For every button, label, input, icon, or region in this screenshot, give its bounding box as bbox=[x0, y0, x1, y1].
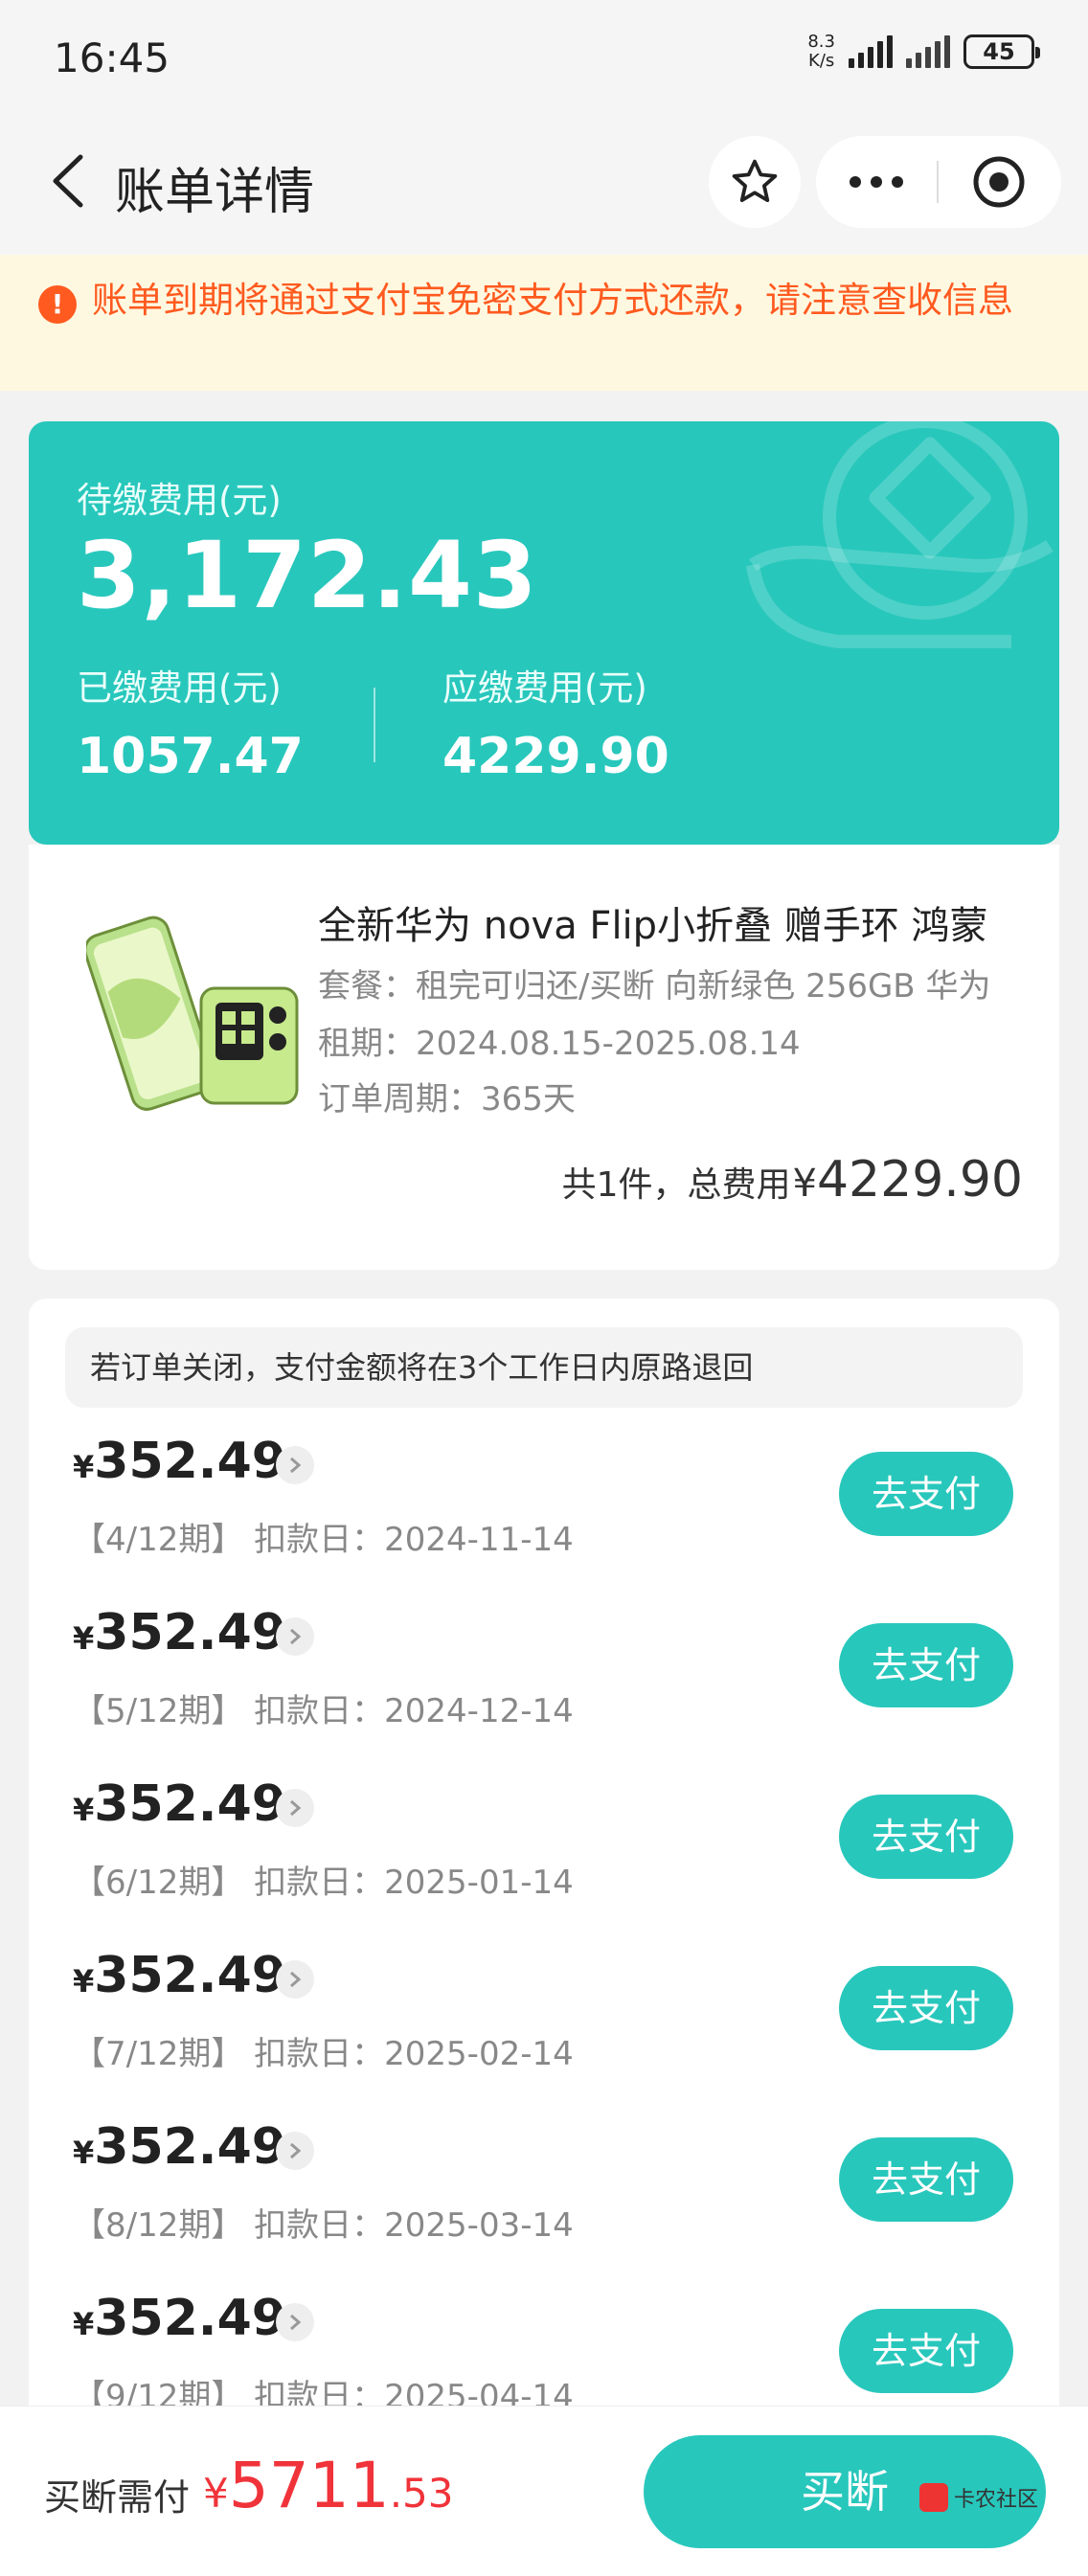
installment-amount[interactable]: ¥352.49 bbox=[73, 2290, 286, 2347]
status-icons: 8.3 K/s 45 bbox=[807, 32, 1040, 71]
buyout-price: ¥5711.53 bbox=[203, 2449, 454, 2522]
chevron-right-icon[interactable] bbox=[276, 1789, 314, 1827]
chevron-right-icon[interactable] bbox=[276, 2303, 314, 2341]
bill-summary-card: 待缴费用(元) 3,172.43 已缴费用(元) 1057.47 应缴费用(元)… bbox=[29, 421, 1059, 845]
installment-amount[interactable]: ¥352.49 bbox=[73, 2118, 286, 2176]
payment-notice: ! 账单到期将通过支付宝免密支付方式还款，请注意查收信息 bbox=[0, 255, 1088, 391]
chevron-right-icon[interactable] bbox=[276, 1960, 314, 1999]
pay-button[interactable]: 去支付 bbox=[839, 1623, 1013, 1707]
chevron-right-icon[interactable] bbox=[276, 1446, 314, 1484]
product-package: 套餐：租完可归还/买断 向新绿色 256GB 华为 bbox=[318, 967, 991, 1006]
product-card[interactable]: 全新华为 nova Flip小折叠 赠手环 鸿蒙 套餐：租完可归还/买断 向新绿… bbox=[29, 845, 1059, 1270]
star-icon bbox=[732, 159, 778, 203]
installment-meta: 【5/12期】 扣款日：2024-12-14 bbox=[73, 1692, 574, 1730]
product-total: 共1件，总费用 ¥ 4229.90 bbox=[561, 1151, 1023, 1209]
installment-row: ¥352.49 【8/12期】 扣款日：2025-03-14 去支付 bbox=[29, 2118, 1059, 2291]
due-amount: 4229.90 bbox=[442, 728, 669, 785]
close-target-icon[interactable] bbox=[939, 136, 1059, 228]
pending-label: 待缴费用(元) bbox=[77, 480, 282, 521]
pay-button[interactable]: 去支付 bbox=[839, 2137, 1013, 2222]
network-speed: 8.3 K/s bbox=[807, 32, 835, 71]
pay-button[interactable]: 去支付 bbox=[839, 1795, 1013, 1879]
pending-amount: 3,172.43 bbox=[77, 522, 538, 629]
warning-icon: ! bbox=[38, 285, 77, 324]
watermark: 卡农社区 bbox=[919, 2482, 1038, 2513]
status-bar: 16:45 8.3 K/s 45 bbox=[0, 0, 1088, 113]
page-title: 账单详情 bbox=[115, 164, 315, 221]
summary-divider bbox=[374, 688, 375, 762]
favorite-button[interactable] bbox=[709, 136, 801, 228]
more-dots-icon[interactable] bbox=[816, 136, 937, 228]
pay-button[interactable]: 去支付 bbox=[839, 1452, 1013, 1536]
buyout-label: 买断需付 bbox=[44, 2476, 191, 2519]
battery-icon: 45 bbox=[963, 34, 1040, 69]
installment-amount[interactable]: ¥352.49 bbox=[73, 1947, 286, 2004]
installment-meta: 【4/12期】 扣款日：2024-11-14 bbox=[73, 1521, 574, 1559]
refund-tip: 若订单关闭，支付金额将在3个工作日内原路退回 bbox=[65, 1327, 1023, 1408]
installment-meta: 【8/12期】 扣款日：2025-03-14 bbox=[73, 2206, 574, 2245]
installment-list: 若订单关闭，支付金额将在3个工作日内原路退回 ¥352.49 【4/12期】 扣… bbox=[29, 1299, 1059, 2576]
chevron-right-icon[interactable] bbox=[276, 1617, 314, 1656]
nav-bar: 账单详情 bbox=[0, 113, 1088, 255]
paid-amount: 1057.47 bbox=[77, 728, 304, 785]
pay-button[interactable]: 去支付 bbox=[839, 2309, 1013, 2393]
due-label: 应缴费用(元) bbox=[442, 667, 647, 709]
product-image bbox=[86, 915, 299, 1111]
product-title: 全新华为 nova Flip小折叠 赠手环 鸿蒙 bbox=[318, 904, 988, 948]
installment-amount[interactable]: ¥352.49 bbox=[73, 1433, 286, 1490]
notice-text: 账单到期将通过支付宝免密支付方式还款，请注意查收信息 bbox=[92, 280, 1013, 321]
installment-amount[interactable]: ¥352.49 bbox=[73, 1775, 286, 1833]
mini-program-capsule bbox=[816, 136, 1061, 228]
pay-button[interactable]: 去支付 bbox=[839, 1966, 1013, 2050]
paid-label: 已缴费用(元) bbox=[77, 667, 282, 709]
back-arrow-icon[interactable] bbox=[38, 147, 105, 215]
installment-meta: 【6/12期】 扣款日：2025-01-14 bbox=[73, 1864, 574, 1902]
installment-amount[interactable]: ¥352.49 bbox=[73, 1604, 286, 1661]
watermark-logo-icon bbox=[919, 2483, 948, 2512]
signal-icon bbox=[849, 35, 893, 68]
status-time: 16:45 bbox=[54, 34, 170, 81]
installment-row: ¥352.49 【5/12期】 扣款日：2024-12-14 去支付 bbox=[29, 1604, 1059, 1776]
chevron-right-icon[interactable] bbox=[276, 2132, 314, 2170]
product-period: 租期：2024.08.15-2025.08.14 bbox=[318, 1025, 801, 1063]
installment-row: ¥352.49 【6/12期】 扣款日：2025-01-14 去支付 bbox=[29, 1775, 1059, 1948]
installment-row: ¥352.49 【4/12期】 扣款日：2024-11-14 去支付 bbox=[29, 1433, 1059, 1605]
product-cycle: 订单周期：365天 bbox=[318, 1080, 576, 1119]
installment-row: ¥352.49 【7/12期】 扣款日：2025-02-14 去支付 bbox=[29, 1947, 1059, 2119]
wallet-decoration-icon bbox=[746, 421, 1054, 648]
signal-icon-2 bbox=[906, 35, 950, 68]
installment-meta: 【7/12期】 扣款日：2025-02-14 bbox=[73, 2035, 574, 2073]
